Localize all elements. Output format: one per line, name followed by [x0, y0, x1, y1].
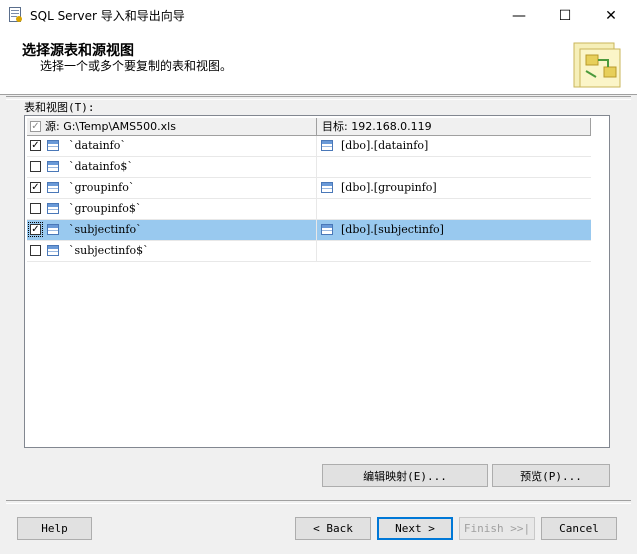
wizard-header: 选择源表和源视图 选择一个或多个要复制的表和视图。: [0, 31, 637, 95]
source-header-label: 源: G:\Temp\AMS500.xls: [45, 120, 176, 133]
table-icon: [47, 161, 59, 172]
footer-divider: [6, 500, 631, 504]
row-checkbox[interactable]: ✓: [30, 182, 41, 193]
source-cell[interactable]: ✓ `datainfo`: [27, 136, 317, 157]
source-table-name: `groupinfo$`: [69, 202, 142, 215]
destination-cell[interactable]: [317, 157, 591, 178]
table-row[interactable]: ✓ `groupinfo` [dbo].[groupinfo]: [27, 178, 591, 199]
table-icon: [321, 224, 333, 235]
table-icon: [47, 140, 59, 151]
source-cell[interactable]: ✓ `groupinfo`: [27, 178, 317, 199]
table-icon: [47, 182, 59, 193]
tables-grid[interactable]: ✓ 源: G:\Temp\AMS500.xls 目标: 192.168.0.11…: [24, 115, 610, 448]
table-icon: [321, 182, 333, 193]
page-subtitle: 选择一个或多个要复制的表和视图。: [40, 59, 233, 73]
destination-table-name: [dbo].[datainfo]: [341, 139, 429, 152]
destination-table-name: [dbo].[subjectinfo]: [341, 223, 444, 236]
edit-mappings-button[interactable]: 编辑映射(E)...: [322, 464, 488, 487]
wizard-graphic-icon: [573, 42, 621, 88]
title-bar: SQL Server 导入和导出向导 — ☐ ✕: [0, 0, 637, 31]
source-table-name: `subjectinfo$`: [69, 244, 149, 257]
minimize-icon: —: [512, 7, 526, 24]
source-cell[interactable]: `datainfo$`: [27, 157, 317, 178]
destination-column-header[interactable]: 目标: 192.168.0.119: [317, 118, 591, 136]
destination-cell[interactable]: [dbo].[subjectinfo]: [317, 220, 591, 241]
row-checkbox[interactable]: [30, 245, 41, 256]
help-button[interactable]: Help: [17, 517, 92, 540]
source-cell[interactable]: `groupinfo$`: [27, 199, 317, 220]
preview-button[interactable]: 预览(P)...: [492, 464, 610, 487]
source-table-name: `datainfo`: [69, 139, 126, 152]
source-table-name: `datainfo$`: [69, 160, 133, 173]
row-checkbox[interactable]: ✓: [28, 222, 43, 237]
destination-cell[interactable]: [dbo].[datainfo]: [317, 136, 591, 157]
source-table-name: `groupinfo`: [69, 181, 135, 194]
close-icon: ✕: [605, 7, 617, 24]
table-icon: [321, 140, 333, 151]
destination-cell[interactable]: [317, 241, 591, 262]
destination-cell[interactable]: [317, 199, 591, 220]
row-checkbox[interactable]: [30, 203, 41, 214]
header-divider: [6, 96, 631, 100]
finish-button[interactable]: Finish >>|: [459, 517, 535, 540]
table-row[interactable]: `datainfo$`: [27, 157, 591, 178]
maximize-icon: ☐: [558, 7, 572, 24]
row-checkbox[interactable]: [30, 161, 41, 172]
window-title: SQL Server 导入和导出向导: [30, 9, 185, 23]
minimize-button[interactable]: —: [496, 0, 542, 31]
table-icon: [47, 245, 59, 256]
cancel-button[interactable]: Cancel: [541, 517, 617, 540]
destination-cell[interactable]: [dbo].[groupinfo]: [317, 178, 591, 199]
row-checkbox[interactable]: ✓: [30, 140, 41, 151]
table-row-selected[interactable]: ✓ `subjectinfo` [dbo].[subjectinfo]: [27, 220, 591, 241]
destination-table-name: [dbo].[groupinfo]: [341, 181, 437, 194]
table-icon: [47, 224, 59, 235]
table-row[interactable]: `subjectinfo$`: [27, 241, 591, 262]
source-cell[interactable]: ✓ `subjectinfo`: [27, 220, 317, 241]
sql-server-wizard-icon: [9, 7, 22, 22]
tables-and-views-label: 表和视图(T):: [24, 101, 95, 114]
close-button[interactable]: ✕: [588, 0, 634, 31]
back-button[interactable]: < Back: [295, 517, 371, 540]
table-row[interactable]: `groupinfo$`: [27, 199, 591, 220]
table-row[interactable]: ✓ `datainfo` [dbo].[datainfo]: [27, 136, 591, 157]
table-icon: [47, 203, 59, 214]
maximize-button[interactable]: ☐: [542, 0, 588, 31]
source-table-name: `subjectinfo`: [69, 223, 142, 236]
destination-header-label: 目标: 192.168.0.119: [322, 120, 432, 133]
next-button[interactable]: Next >: [377, 517, 453, 540]
source-cell[interactable]: `subjectinfo$`: [27, 241, 317, 262]
source-column-header[interactable]: ✓ 源: G:\Temp\AMS500.xls: [27, 118, 317, 136]
select-all-checkbox[interactable]: ✓: [30, 121, 41, 132]
